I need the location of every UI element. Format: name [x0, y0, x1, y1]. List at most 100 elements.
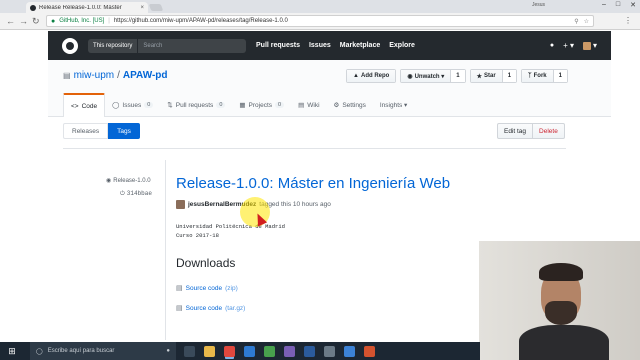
- tab-close-icon[interactable]: ×: [140, 5, 144, 11]
- pull-request-icon: ⇅: [167, 102, 173, 109]
- global-nav: Pull requests Issues Marketplace Explore: [256, 42, 415, 49]
- task-view-icon[interactable]: [184, 345, 195, 357]
- gear-icon: ⚙: [333, 102, 340, 109]
- app-icon-green[interactable]: [264, 345, 275, 357]
- add-repo-label: Add Repo: [361, 73, 390, 79]
- chrome-icon[interactable]: [224, 345, 235, 357]
- tab-wiki[interactable]: ▤ Wiki: [291, 93, 326, 117]
- file-explorer-icon[interactable]: [204, 345, 215, 357]
- search-scope: This repository: [88, 38, 139, 53]
- download-targz-link[interactable]: ▤ Source code (tar.gz): [176, 304, 245, 313]
- presenter-hair: [539, 263, 583, 281]
- star-button[interactable]: ★ Star 1: [469, 69, 518, 83]
- repo-book-icon: ▤: [63, 71, 71, 80]
- delete-button[interactable]: Delete: [533, 123, 565, 139]
- nav-issues[interactable]: Issues: [309, 42, 331, 49]
- fork-count[interactable]: 1: [553, 70, 567, 82]
- taskbar-pinned-apps: [184, 345, 375, 357]
- tab-settings[interactable]: ⚙ Settings: [327, 93, 373, 117]
- star-count[interactable]: 1: [502, 70, 517, 82]
- url-text: https://github.com/miw-upm/APAW-pd/relea…: [113, 18, 288, 24]
- taskbar-search-input[interactable]: ◯ Escribe aquí para buscar ●: [30, 342, 176, 360]
- webcam-overlay: [479, 241, 640, 360]
- releases-subnav: Releases Tags: [63, 123, 140, 139]
- fork-button[interactable]: ᛉ Fork 1: [521, 69, 568, 83]
- issue-icon: ◯: [112, 102, 120, 109]
- browser-tab[interactable]: Release Release-1.0.0: Máster ×: [26, 2, 148, 13]
- tab-settings-label: Settings: [342, 101, 366, 109]
- download-ext: (zip): [225, 284, 238, 292]
- tab-code-label: Code: [81, 102, 98, 110]
- project-icon: ▦: [239, 102, 246, 109]
- secure-label: GitHub, Inc. [US]: [59, 18, 105, 24]
- nav-marketplace[interactable]: Marketplace: [340, 42, 380, 49]
- repo-owner-link[interactable]: miw-upm: [74, 70, 115, 81]
- tab-issues[interactable]: ◯ Issues 0: [105, 93, 160, 117]
- forward-icon[interactable]: →: [19, 16, 28, 26]
- windows-start-icon[interactable]: ⊞: [4, 346, 20, 357]
- issues-count: 0: [144, 102, 154, 108]
- tab-code[interactable]: <> Code: [63, 93, 106, 117]
- code-icon: <>: [71, 102, 79, 110]
- unwatch-label: Unwatch ▾: [414, 73, 445, 80]
- tab-insights-label: Insights ▾: [379, 102, 408, 109]
- tab-insights[interactable]: Insights ▾: [373, 93, 414, 117]
- add-repo-button[interactable]: ▲ Add Repo: [346, 69, 397, 83]
- github-logo-icon[interactable]: [62, 37, 78, 54]
- browser-profile-name[interactable]: Jesus: [532, 2, 545, 8]
- add-repo-icon: ▲: [353, 73, 359, 79]
- releases-tab[interactable]: Releases: [63, 123, 109, 139]
- fork-icon: ᛉ: [528, 73, 532, 79]
- app-icon-purple[interactable]: [284, 345, 295, 357]
- tab-pull-requests-label: Pull requests: [175, 101, 214, 109]
- create-new-plus-icon[interactable]: + ▾: [563, 41, 574, 50]
- address-bar-row: ← → ↻ ● GitHub, Inc. [US] | https://gith…: [0, 13, 640, 30]
- release-commit-link[interactable]: ⏻ 314bbae: [120, 190, 152, 198]
- app-icon-lightblue[interactable]: [344, 345, 355, 357]
- download-zip-link[interactable]: ▤ Source code (zip): [176, 284, 238, 293]
- maximize-icon[interactable]: □: [616, 1, 620, 9]
- release-actions: Edit tag Delete: [497, 123, 565, 139]
- windows-taskbar: ⊞ ◯ Escribe aquí para buscar ●: [0, 342, 480, 360]
- nav-pull-requests[interactable]: Pull requests: [256, 42, 300, 49]
- close-window-icon[interactable]: ✕: [630, 1, 636, 9]
- tab-projects[interactable]: ▦ Projects 0: [232, 93, 291, 117]
- tab-pull-requests[interactable]: ⇅ Pull requests 0: [160, 93, 232, 117]
- edit-tag-button[interactable]: Edit tag: [497, 123, 534, 139]
- nav-explore[interactable]: Explore: [389, 42, 415, 49]
- reload-icon[interactable]: ↻: [32, 16, 40, 27]
- repo-name-link[interactable]: APAW-pd: [123, 70, 168, 81]
- unwatch-button[interactable]: ◉ Unwatch ▾ 1: [400, 69, 466, 83]
- release-commit-sha: 314bbae: [126, 190, 152, 197]
- browser-menu-icon[interactable]: ⋮: [624, 16, 632, 25]
- release-timeline-line: [165, 160, 166, 340]
- release-tag-link[interactable]: ◉ Release-1.0.0: [106, 177, 151, 185]
- tab-title: Release Release-1.0.0: Máster: [39, 4, 122, 11]
- user-menu[interactable]: ▾: [582, 41, 597, 50]
- notifications-bell-icon[interactable]: ●: [550, 42, 554, 49]
- watch-count[interactable]: 1: [451, 70, 465, 82]
- new-tab-button[interactable]: [148, 4, 164, 11]
- url-input[interactable]: ● GitHub, Inc. [US] | https://github.com…: [46, 15, 594, 27]
- powerpoint-icon[interactable]: [364, 345, 375, 357]
- zoom-icon[interactable]: ⚲: [574, 18, 578, 25]
- minimize-icon[interactable]: –: [602, 1, 606, 9]
- lock-icon: ●: [51, 17, 56, 25]
- release-title[interactable]: Release-1.0.0: Máster en Ingeniería Web: [176, 175, 450, 192]
- chevron-down-icon: ▾: [592, 41, 597, 50]
- wiki-book-icon: ▤: [298, 102, 305, 109]
- github-header: This repository Search Pull requests Iss…: [48, 31, 611, 60]
- author-avatar[interactable]: [176, 200, 185, 209]
- microphone-icon[interactable]: ●: [166, 348, 170, 354]
- outlook-icon[interactable]: [244, 345, 255, 357]
- search-input[interactable]: This repository Search: [88, 38, 246, 53]
- repo-nav: <> Code ◯ Issues 0 ⇅ Pull requests 0 ▦ P…: [63, 93, 414, 117]
- github-favicon-icon: [30, 4, 36, 11]
- taskbar-search-placeholder: Escribe aquí para buscar: [47, 348, 115, 354]
- tags-tab[interactable]: Tags: [108, 123, 140, 139]
- app-icon-blue[interactable]: [304, 345, 315, 357]
- release-notes-line: Curso 2017-18: [176, 232, 219, 239]
- back-icon[interactable]: ←: [6, 16, 15, 26]
- bookmark-star-icon[interactable]: ☆: [584, 18, 589, 25]
- app-icon-gray[interactable]: [324, 345, 335, 357]
